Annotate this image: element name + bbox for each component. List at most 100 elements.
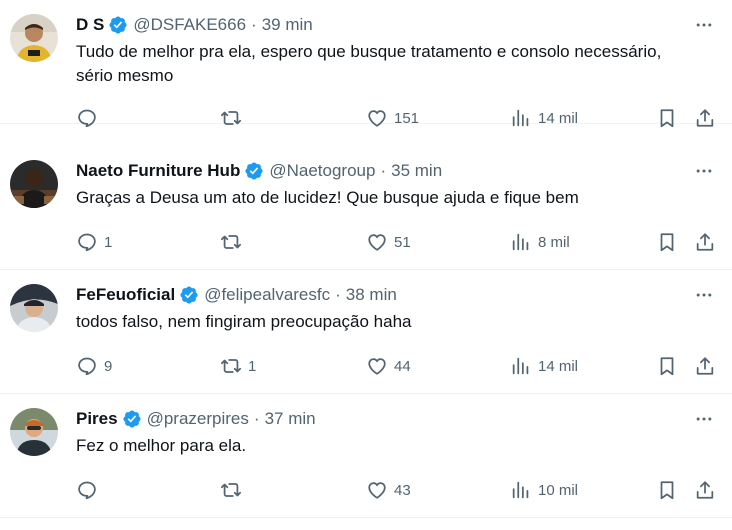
tweet-header: FeFeuoficial @felipealvaresfc · 38 min: [76, 283, 682, 307]
user-handle[interactable]: @prazerpires: [147, 409, 249, 429]
tweet-header: Naeto Furniture Hub @Naetogroup · 35 min: [76, 159, 682, 183]
heart-icon: [368, 482, 386, 499]
separator-dot: ·: [335, 285, 341, 304]
more-options-button[interactable]: [690, 160, 718, 182]
retweet-button[interactable]: [220, 230, 248, 254]
avatar[interactable]: [10, 284, 58, 332]
display-name[interactable]: D S: [76, 15, 104, 35]
bar-chart-icon: [512, 357, 529, 375]
user-handle[interactable]: @DSFAKE666: [133, 15, 246, 35]
reply-button[interactable]: [76, 106, 104, 130]
speech-bubble-icon: [78, 109, 96, 128]
retweet-button[interactable]: [220, 106, 248, 130]
tweet[interactable]: Naeto Furniture Hub @Naetogroup · 35 min…: [0, 146, 732, 270]
timestamp[interactable]: 38 min: [346, 285, 397, 305]
retweet-arrows-icon: [220, 359, 242, 373]
avatar[interactable]: [10, 408, 58, 456]
views-button[interactable]: 8 mil: [510, 230, 570, 254]
user-handle[interactable]: @felipealvaresfc: [204, 285, 330, 305]
like-count: 44: [394, 357, 411, 375]
retweet-arrows-icon: [220, 111, 242, 125]
bookmark-button[interactable]: [656, 230, 678, 254]
avatar[interactable]: [10, 160, 58, 208]
reply-button[interactable]: 1: [76, 230, 112, 254]
tweet-text: Tudo de melhor pra ela, espero que busqu…: [76, 42, 662, 85]
view-count: 14 mil: [538, 357, 579, 375]
display-name[interactable]: FeFeuoficial: [76, 285, 175, 305]
user-handle[interactable]: @Naetogroup: [269, 161, 375, 181]
more-options-button[interactable]: [690, 14, 718, 36]
upload-arrow-icon: [696, 109, 714, 127]
views-button[interactable]: 10 mil: [510, 478, 578, 502]
tweet[interactable]: Pires @prazerpires · 37 min Fez o melhor…: [0, 394, 732, 518]
bookmark-icon: [660, 233, 674, 252]
views-button[interactable]: 14 mil: [510, 106, 578, 130]
bar-chart-icon: [512, 109, 529, 127]
timestamp[interactable]: 37 min: [265, 409, 316, 429]
reply-count: 1: [104, 233, 113, 251]
heart-icon: [368, 110, 386, 127]
avatar-image-ds: [10, 14, 58, 62]
view-count: 14 mil: [538, 109, 579, 127]
display-name[interactable]: Pires: [76, 409, 118, 429]
like-count: 43: [394, 481, 411, 499]
verified-checkmark-icon: [180, 286, 198, 304]
timestamp[interactable]: 39 min: [262, 15, 313, 35]
speech-bubble-icon: [78, 357, 96, 376]
share-button[interactable]: [694, 478, 716, 502]
tweet[interactable]: FeFeuoficial @felipealvaresfc · 38 min t…: [0, 270, 732, 394]
like-button[interactable]: 51: [366, 230, 411, 254]
display-name[interactable]: Naeto Furniture Hub: [76, 161, 240, 181]
reply-feed: D S @DSFAKE666 · 39 min Tudo de melhor p…: [0, 0, 732, 530]
more-options-button[interactable]: [690, 408, 718, 430]
like-count: 151: [394, 109, 420, 127]
three-dots-icon: [696, 169, 712, 173]
separator-dot: ·: [380, 161, 387, 180]
like-button[interactable]: 43: [366, 478, 411, 502]
retweet-button[interactable]: [220, 478, 248, 502]
reply-button[interactable]: [76, 478, 104, 502]
views-button[interactable]: 14 mil: [510, 354, 578, 378]
view-count: 10 mil: [538, 481, 579, 499]
bookmark-icon: [660, 357, 674, 376]
share-button[interactable]: [694, 354, 716, 378]
like-button[interactable]: 44: [366, 354, 411, 378]
bookmark-icon: [660, 481, 674, 500]
reply-count: 9: [104, 357, 113, 375]
heart-icon: [368, 234, 386, 251]
retweet-arrows-icon: [220, 483, 242, 497]
heart-icon: [368, 358, 386, 375]
avatar[interactable]: [10, 14, 58, 62]
avatar-image-naeto: [10, 160, 58, 208]
reply-button[interactable]: 9: [76, 354, 112, 378]
retweet-arrows-icon: [220, 235, 242, 249]
tweet-text: Graças a Deusa um ato de lucidez! Que bu…: [76, 188, 579, 207]
bookmark-icon: [660, 109, 674, 128]
separator-dot: ·: [251, 15, 257, 34]
bookmark-button[interactable]: [656, 106, 678, 130]
like-button[interactable]: 151: [366, 106, 419, 130]
timestamp[interactable]: 35 min: [391, 161, 442, 181]
tweet-header: Pires @prazerpires · 37 min: [76, 407, 682, 431]
more-options-button[interactable]: [690, 284, 718, 306]
verified-checkmark-icon: [109, 16, 127, 34]
verified-checkmark-icon: [245, 162, 263, 180]
tweet-text: todos falso, nem fingiram preocupação ha…: [76, 312, 412, 331]
view-count: 8 mil: [538, 233, 570, 251]
speech-bubble-icon: [78, 481, 96, 500]
share-button[interactable]: [694, 230, 716, 254]
retweet-count: 1: [248, 357, 257, 375]
share-button[interactable]: [694, 106, 716, 130]
bookmark-button[interactable]: [656, 354, 678, 378]
three-dots-icon: [696, 293, 712, 297]
three-dots-icon: [696, 417, 712, 421]
retweet-button[interactable]: 1: [220, 354, 256, 378]
speech-bubble-icon: [78, 233, 96, 252]
bar-chart-icon: [512, 233, 529, 251]
upload-arrow-icon: [696, 481, 714, 499]
tweet-header: D S @DSFAKE666 · 39 min: [76, 13, 682, 37]
tweet[interactable]: D S @DSFAKE666 · 39 min Tudo de melhor p…: [0, 0, 732, 128]
tweet-text: Fez o melhor para ela.: [76, 436, 247, 455]
bookmark-button[interactable]: [656, 478, 678, 502]
three-dots-icon: [696, 23, 712, 27]
